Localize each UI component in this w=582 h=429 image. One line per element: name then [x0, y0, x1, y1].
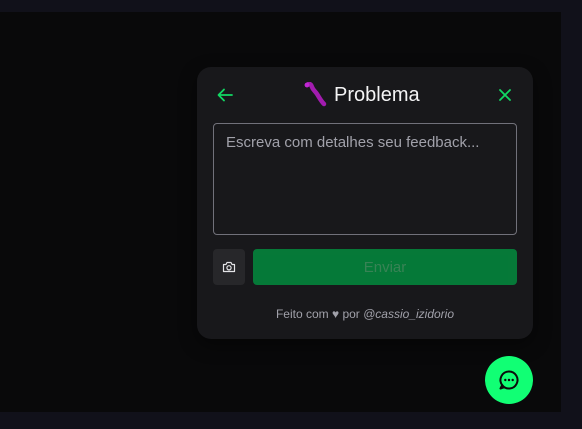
arrow-left-icon [217, 88, 233, 102]
widget-title: Problema [334, 83, 420, 106]
form-actions: Enviar [213, 249, 517, 285]
widget-header: Problema [197, 67, 533, 123]
submit-button-label: Enviar [363, 258, 407, 276]
feedback-textarea[interactable] [213, 123, 517, 235]
camera-icon [222, 261, 236, 273]
screenshot-button[interactable] [213, 249, 245, 285]
chat-bubble-icon [499, 370, 519, 390]
footer-text: Feito com ♥ por [275, 307, 364, 321]
author-link[interactable]: @cassio_izidorio [363, 307, 454, 321]
x-close-icon [499, 89, 511, 101]
feedback-widget: Problema Enviar Feito com ♥ por @cassio_… [197, 67, 533, 339]
close-button[interactable] [496, 86, 514, 104]
feedback-fab-button[interactable] [485, 356, 533, 404]
submit-button[interactable]: Enviar [253, 249, 517, 285]
widget-title-group: Problema [303, 81, 420, 109]
back-button[interactable] [216, 87, 234, 103]
widget-footer: Feito com ♥ por @cassio_izidorio [197, 307, 533, 321]
bug-icon [304, 82, 327, 107]
